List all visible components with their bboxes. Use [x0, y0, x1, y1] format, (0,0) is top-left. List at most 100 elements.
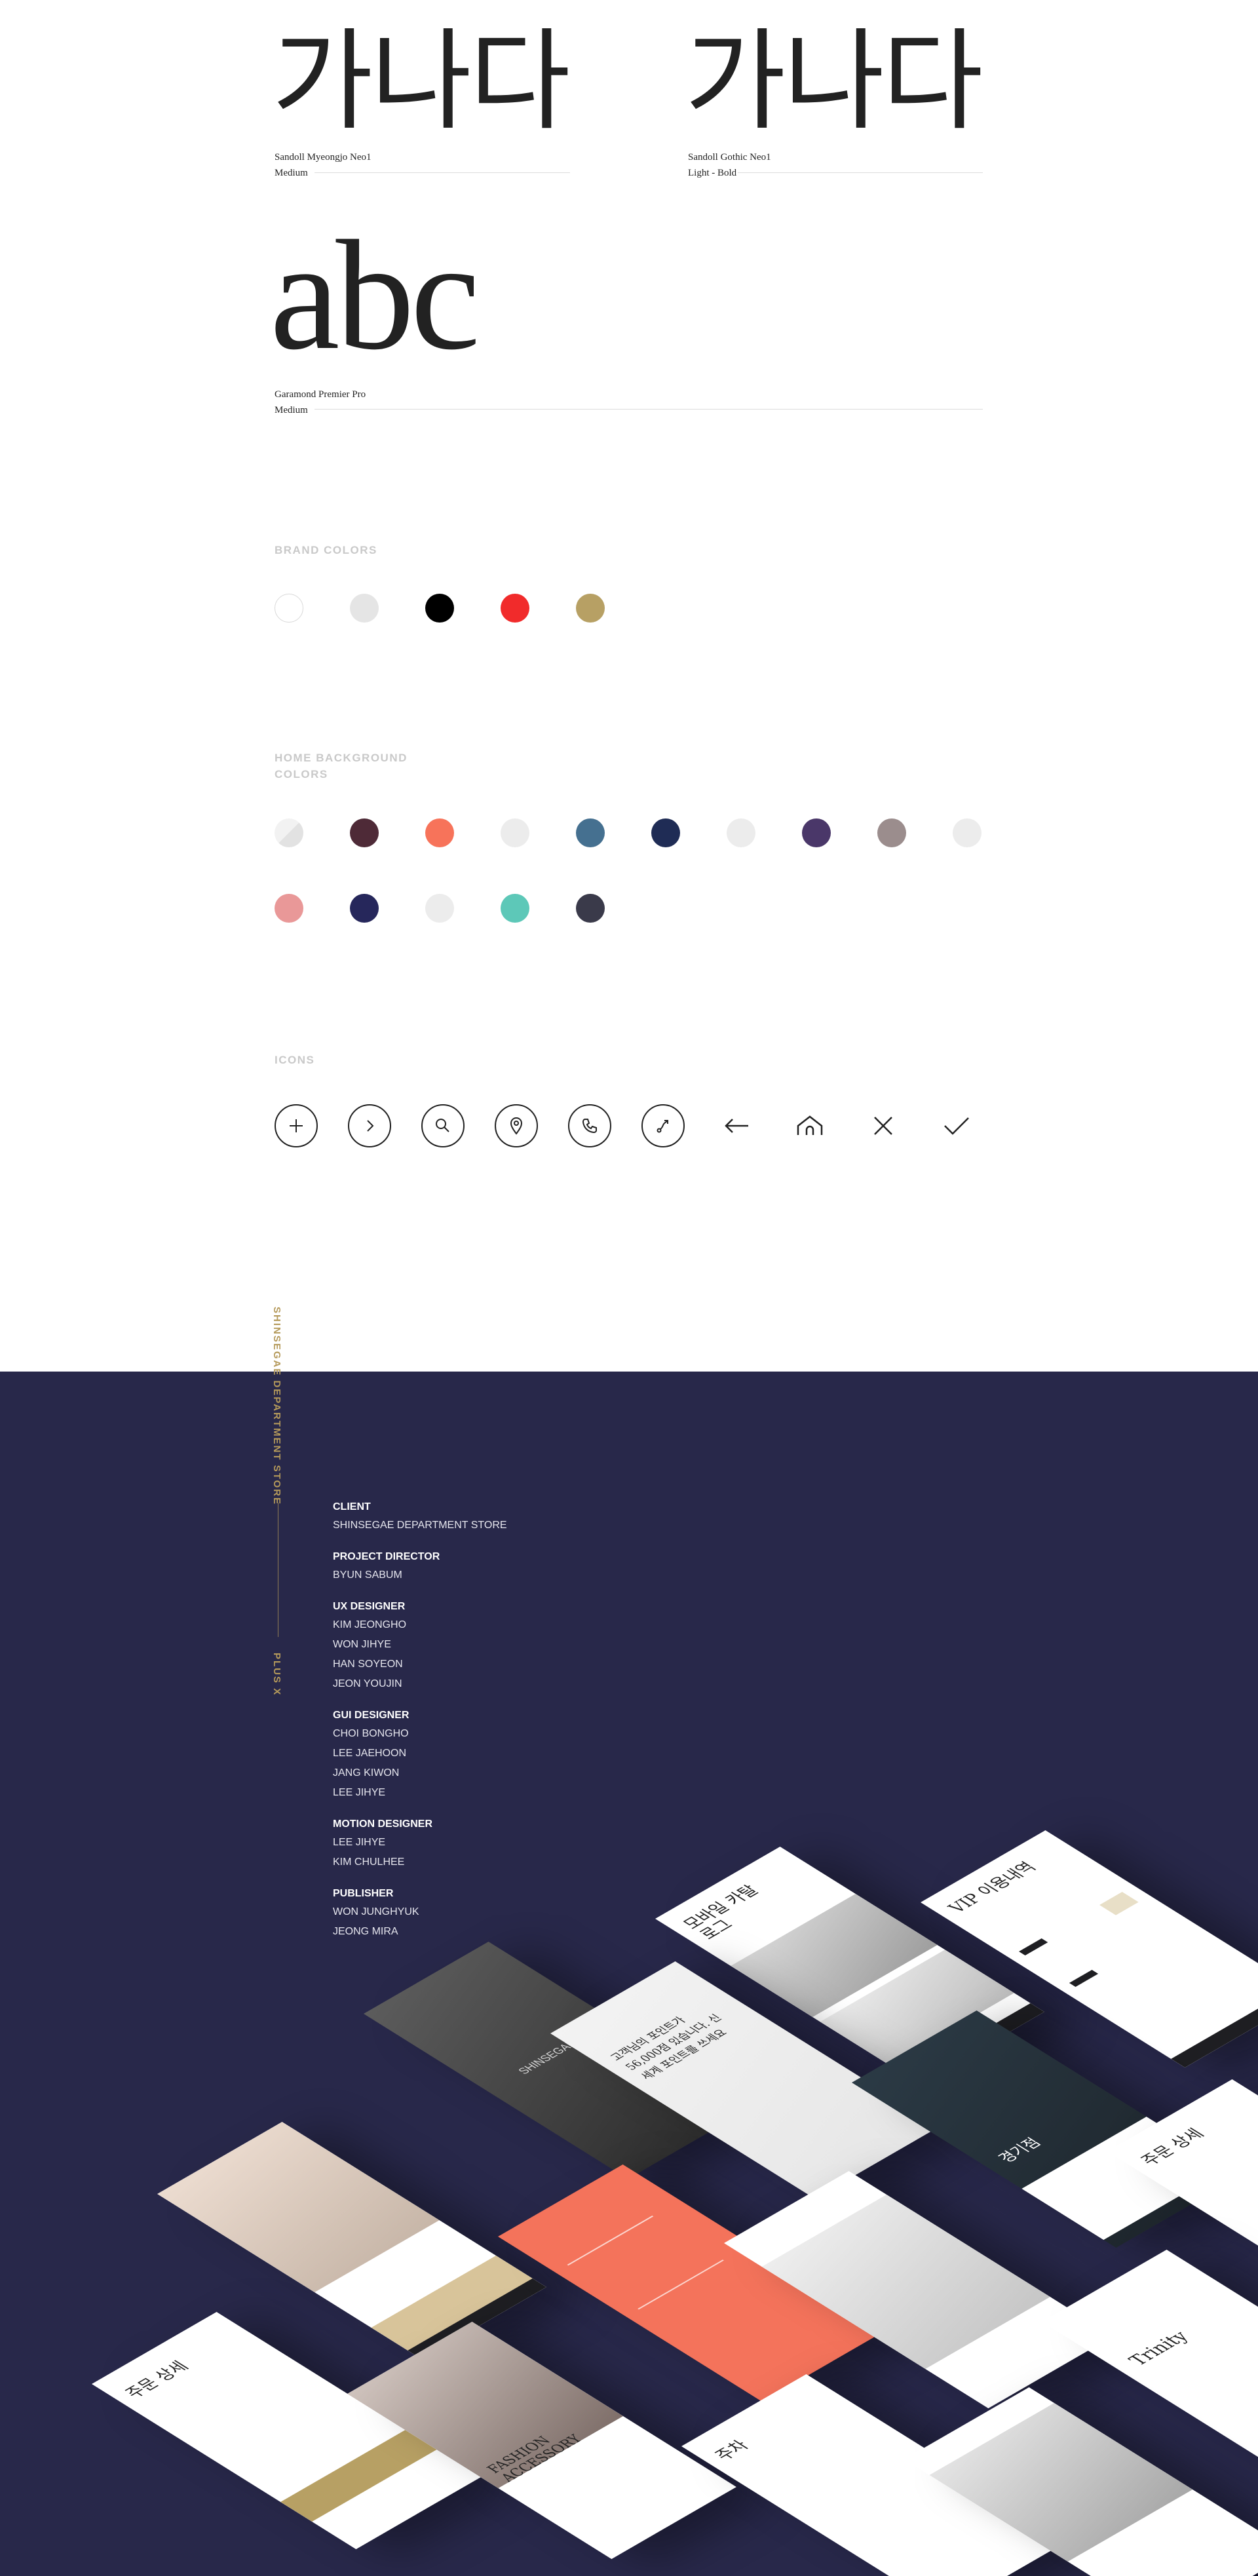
app-screen-mockups: 모바일 카탈로그 VIP 이용내역 SHINSEGAE 고객님의 포인트가 56…	[0, 1372, 1258, 2576]
mockup-title: 주문 상세	[1136, 2126, 1209, 2168]
home-bg-swatch	[350, 818, 379, 847]
mockup-tag	[1019, 1938, 1048, 1956]
home-bg-swatches-row-1	[275, 818, 982, 847]
plus-icon	[275, 1104, 318, 1147]
typeface-divider	[738, 172, 983, 173]
home-bg-swatch	[350, 894, 379, 923]
typeface-divider	[314, 409, 983, 410]
location-pin-icon	[495, 1104, 538, 1147]
typeface-name-garamond: Garamond Premier Pro Medium	[275, 387, 366, 418]
typeface-divider	[314, 172, 570, 173]
chevron-right-icon	[348, 1104, 391, 1147]
home-bg-swatch	[576, 894, 605, 923]
home-bg-swatch	[651, 818, 680, 847]
icons-title: ICONS	[275, 1054, 315, 1066]
close-icon	[862, 1104, 905, 1147]
typeface-name-myeongjo: Sandoll Myeongjo Neo1 Medium	[275, 149, 372, 181]
mockup-title: Trinity	[1124, 2328, 1194, 2370]
home-bg-title-line: COLORS	[275, 767, 328, 780]
credit-name: LEE JAEHOON	[333, 1748, 407, 1759]
brand-swatch-red	[501, 594, 529, 623]
credit-name: JANG KIWON	[333, 1767, 400, 1778]
search-icon	[421, 1104, 465, 1147]
typeface-name-label: Sandoll Myeongjo Neo1	[275, 152, 372, 163]
typeface-name-label: Sandoll Gothic Neo1	[688, 152, 771, 163]
home-bg-swatch	[275, 818, 303, 847]
home-bg-swatch	[953, 818, 982, 847]
credit-role: CLIENT	[333, 1501, 371, 1512]
icon-set	[275, 1104, 978, 1147]
home-bg-swatch	[727, 818, 755, 847]
home-icon	[788, 1104, 831, 1147]
credit-group: GUI DESIGNER CHOI BONGHO LEE JAEHOON JAN…	[333, 1710, 507, 1799]
credit-group: PUBLISHER WON JUNGHYUK JEONG MIRA	[333, 1888, 507, 1938]
credit-name: JEON YOUJIN	[333, 1678, 402, 1689]
credit-group: PROJECT DIRECTOR BYUN SABUM	[333, 1551, 507, 1581]
mockup-gold-panel	[280, 2430, 437, 2522]
credit-name: KIM CHULHEE	[333, 1856, 405, 1868]
credit-name: CHOI BONGHO	[333, 1728, 409, 1739]
brand-swatch-white	[275, 594, 303, 623]
phone-icon	[568, 1104, 611, 1147]
home-bg-swatch	[501, 818, 529, 847]
credit-name: LEE JIHYE	[333, 1787, 386, 1798]
typeface-weight-label: Medium	[275, 168, 308, 178]
vertical-store-name: SHINSEGAE DEPARTMENT STORE	[271, 1307, 282, 1506]
vertical-agency-name: PLUS X	[271, 1653, 282, 1697]
mockup-title: 모바일 카탈로그	[678, 1882, 763, 1943]
brand-swatch-black	[425, 594, 454, 623]
mockup-tag	[1069, 1970, 1099, 1988]
credit-name: KIM JEONGHO	[333, 1619, 407, 1630]
home-bg-swatch	[275, 894, 303, 923]
credit-name: BYUN SABUM	[333, 1569, 402, 1581]
typeface-sample-myeongjo: 가나다	[272, 17, 571, 145]
typeface-sample-garamond: abc	[270, 208, 480, 382]
brand-colors-title: BRAND COLORS	[275, 544, 377, 556]
home-bg-swatches-row-2	[275, 894, 605, 923]
home-bg-swatch	[425, 894, 454, 923]
credit-group: UX DESIGNER KIM JEONGHO WON JIHYE HAN SO…	[333, 1601, 507, 1690]
brand-color-swatches	[275, 594, 605, 623]
mockup-photo	[157, 2122, 440, 2293]
home-bg-swatch	[425, 818, 454, 847]
credit-name: JEONG MIRA	[333, 1926, 398, 1937]
credit-name: LEE JIHYE	[333, 1837, 386, 1848]
typeface-name-label: Garamond Premier Pro	[275, 389, 366, 400]
mockup-body-text: 고객님의 포인트가 56,000점 있습니다. 신세계 포인트를 쓰세요	[607, 2012, 731, 2082]
route-icon	[641, 1104, 685, 1147]
credit-name: WON JIHYE	[333, 1639, 391, 1650]
credit-group: CLIENT SHINSEGAE DEPARTMENT STORE	[333, 1501, 507, 1531]
credits-panel: CLIENT SHINSEGAE DEPARTMENT STORE PROJEC…	[0, 1372, 1258, 2576]
mockup-title: 경기점	[995, 2136, 1046, 2166]
credit-name: HAN SOYEON	[333, 1659, 403, 1670]
mockup-title: VIP 이용내역	[943, 1859, 1040, 1916]
home-bg-colors-title: HOME BACKGROUND COLORS	[275, 750, 408, 782]
brand-swatch-light-gray	[350, 594, 379, 623]
home-bg-swatch	[877, 818, 906, 847]
typeface-weight-label: Medium	[275, 405, 308, 415]
credit-role: UX DESIGNER	[333, 1601, 406, 1612]
mockup-bottom-bar	[1171, 1986, 1258, 2068]
credit-role: GUI DESIGNER	[333, 1710, 410, 1721]
home-bg-swatch	[576, 818, 605, 847]
typeface-weight-label: Light - Bold	[688, 168, 737, 178]
brand-swatch-gold	[576, 594, 605, 623]
credit-group: MOTION DESIGNER LEE JIHYE KIM CHULHEE	[333, 1818, 507, 1868]
credits-list: CLIENT SHINSEGAE DEPARTMENT STORE PROJEC…	[333, 1501, 507, 1957]
mockup-body-lines	[567, 2216, 724, 2310]
home-bg-swatch	[501, 894, 529, 923]
mockup-title: 주문 상세	[121, 2358, 193, 2401]
home-bg-title-line: HOME BACKGROUND	[275, 752, 408, 764]
credit-name: SHINSEGAE DEPARTMENT STORE	[333, 1520, 507, 1531]
credit-role: PROJECT DIRECTOR	[333, 1551, 440, 1562]
typeface-sample-gothic: 가나다	[685, 17, 983, 145]
mockup-title: 주차	[710, 2437, 753, 2463]
credit-role: PUBLISHER	[333, 1888, 394, 1899]
credit-name: WON JUNGHYUK	[333, 1906, 419, 1917]
typeface-name-gothic: Sandoll Gothic Neo1 Light - Bold	[688, 149, 771, 181]
arrow-left-icon	[715, 1104, 758, 1147]
mockup-gold-tag	[1099, 1892, 1139, 1915]
home-bg-swatch	[802, 818, 831, 847]
credit-role: MOTION DESIGNER	[333, 1818, 433, 1830]
check-icon	[935, 1104, 978, 1147]
